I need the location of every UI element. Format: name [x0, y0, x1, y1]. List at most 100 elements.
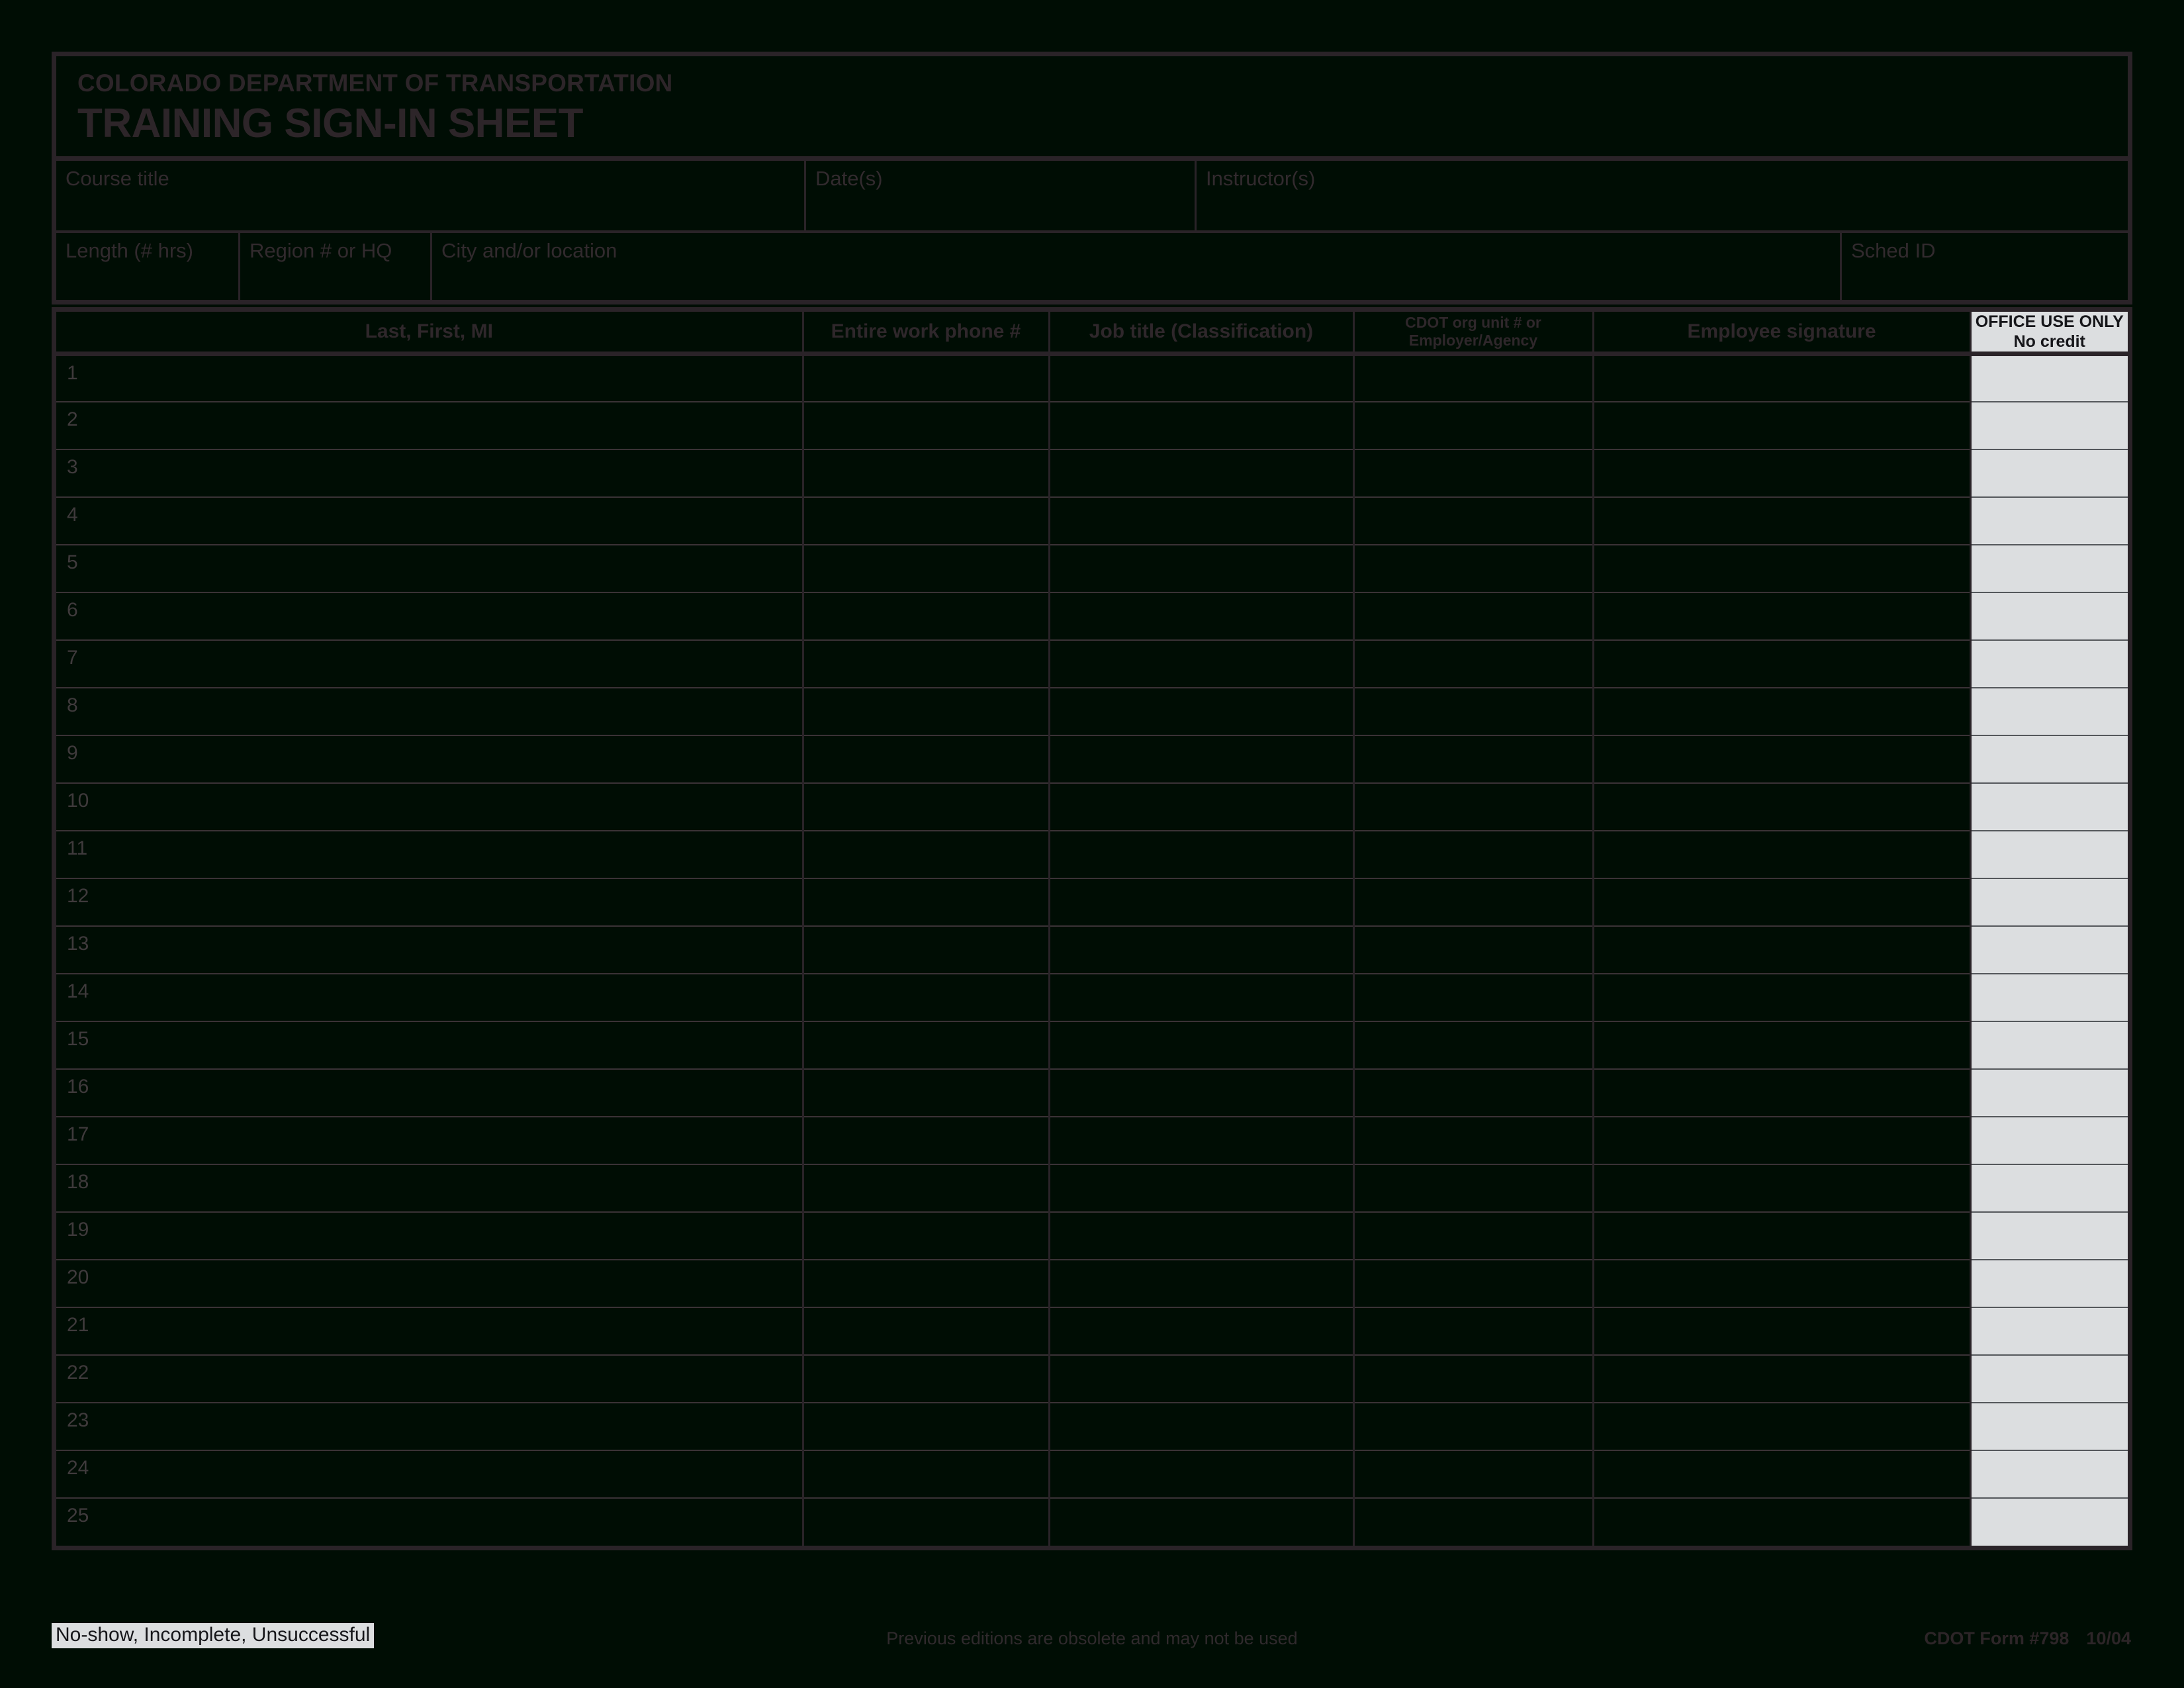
table-cell-org[interactable] — [1352, 1068, 1593, 1117]
table-cell-name[interactable]: 6 — [56, 591, 803, 640]
table-cell-office-use[interactable] — [1969, 1115, 2128, 1164]
table-cell-job[interactable] — [1048, 1449, 1353, 1498]
table-cell-signature[interactable] — [1592, 1211, 1970, 1260]
table-cell-org[interactable] — [1352, 1401, 1593, 1450]
table-cell-org[interactable] — [1352, 1020, 1593, 1069]
table-cell-office-use[interactable] — [1969, 1449, 2128, 1498]
table-cell-org[interactable] — [1352, 686, 1593, 735]
table-cell-office-use[interactable] — [1969, 639, 2128, 688]
table-cell-name[interactable]: 12 — [56, 877, 803, 926]
table-cell-job[interactable] — [1048, 400, 1353, 449]
table-cell-phone[interactable] — [801, 829, 1049, 878]
table-cell-signature[interactable] — [1592, 686, 1970, 735]
table-cell-office-use[interactable] — [1969, 1258, 2128, 1307]
table-cell-org[interactable] — [1352, 400, 1593, 449]
table-cell-office-use[interactable] — [1969, 1068, 2128, 1117]
table-cell-office-use[interactable] — [1969, 543, 2128, 592]
table-cell-name[interactable]: 3 — [56, 448, 803, 497]
table-cell-signature[interactable] — [1592, 448, 1970, 497]
table-cell-org[interactable] — [1352, 496, 1593, 545]
table-cell-signature[interactable] — [1592, 782, 1970, 831]
table-cell-org[interactable] — [1352, 877, 1593, 926]
table-cell-phone[interactable] — [801, 1306, 1049, 1355]
table-cell-name[interactable]: 22 — [56, 1354, 803, 1403]
table-cell-name[interactable]: 18 — [56, 1163, 803, 1212]
field-city-location[interactable]: City and/or location — [430, 232, 1840, 300]
table-cell-office-use[interactable] — [1969, 1020, 2128, 1069]
table-cell-job[interactable] — [1048, 1401, 1353, 1450]
table-cell-signature[interactable] — [1592, 1354, 1970, 1403]
table-cell-phone[interactable] — [801, 972, 1049, 1021]
table-cell-name[interactable]: 16 — [56, 1068, 803, 1117]
table-cell-signature[interactable] — [1592, 1497, 1970, 1546]
table-cell-org[interactable] — [1352, 448, 1593, 497]
table-cell-job[interactable] — [1048, 686, 1353, 735]
table-cell-org[interactable] — [1352, 1449, 1593, 1498]
table-cell-signature[interactable] — [1592, 734, 1970, 783]
table-cell-job[interactable] — [1048, 496, 1353, 545]
table-cell-signature[interactable] — [1592, 1068, 1970, 1117]
table-cell-signature[interactable] — [1592, 829, 1970, 878]
table-cell-org[interactable] — [1352, 972, 1593, 1021]
table-cell-phone[interactable] — [801, 639, 1049, 688]
table-cell-office-use[interactable] — [1969, 829, 2128, 878]
table-cell-phone[interactable] — [801, 782, 1049, 831]
table-cell-signature[interactable] — [1592, 639, 1970, 688]
field-length-hours[interactable]: Length (# hrs) — [56, 233, 238, 300]
table-cell-name[interactable]: 24 — [56, 1449, 803, 1498]
table-cell-phone[interactable] — [801, 353, 1049, 402]
table-cell-name[interactable]: 4 — [56, 496, 803, 545]
table-cell-job[interactable] — [1048, 1020, 1353, 1069]
table-cell-phone[interactable] — [801, 1401, 1049, 1450]
field-dates[interactable]: Date(s) — [804, 160, 1195, 230]
table-cell-job[interactable] — [1048, 1497, 1353, 1546]
table-cell-phone[interactable] — [801, 877, 1049, 926]
table-cell-name[interactable]: 7 — [56, 639, 803, 688]
table-cell-phone[interactable] — [801, 1449, 1049, 1498]
table-cell-org[interactable] — [1352, 543, 1593, 592]
table-cell-office-use[interactable] — [1969, 353, 2128, 402]
table-cell-signature[interactable] — [1592, 1020, 1970, 1069]
table-cell-name[interactable]: 19 — [56, 1211, 803, 1260]
table-cell-signature[interactable] — [1592, 1401, 1970, 1450]
table-cell-org[interactable] — [1352, 1115, 1593, 1164]
field-course-title[interactable]: Course title — [56, 161, 804, 230]
table-cell-office-use[interactable] — [1969, 400, 2128, 449]
table-cell-org[interactable] — [1352, 591, 1593, 640]
table-cell-name[interactable]: 11 — [56, 829, 803, 878]
table-cell-signature[interactable] — [1592, 353, 1970, 402]
table-cell-signature[interactable] — [1592, 1306, 1970, 1355]
table-cell-signature[interactable] — [1592, 972, 1970, 1021]
table-cell-job[interactable] — [1048, 1068, 1353, 1117]
table-cell-job[interactable] — [1048, 448, 1353, 497]
table-cell-phone[interactable] — [801, 1068, 1049, 1117]
table-cell-name[interactable]: 9 — [56, 734, 803, 783]
table-cell-phone[interactable] — [801, 591, 1049, 640]
table-cell-phone[interactable] — [801, 1211, 1049, 1260]
table-cell-name[interactable]: 15 — [56, 1020, 803, 1069]
table-cell-org[interactable] — [1352, 782, 1593, 831]
table-cell-phone[interactable] — [801, 543, 1049, 592]
table-cell-org[interactable] — [1352, 1163, 1593, 1212]
table-cell-phone[interactable] — [801, 400, 1049, 449]
table-cell-office-use[interactable] — [1969, 972, 2128, 1021]
table-cell-phone[interactable] — [801, 1163, 1049, 1212]
table-cell-name[interactable]: 1 — [56, 354, 803, 402]
table-cell-signature[interactable] — [1592, 400, 1970, 449]
table-cell-signature[interactable] — [1592, 1163, 1970, 1212]
table-cell-signature[interactable] — [1592, 591, 1970, 640]
table-cell-job[interactable] — [1048, 734, 1353, 783]
table-cell-org[interactable] — [1352, 734, 1593, 783]
table-cell-office-use[interactable] — [1969, 925, 2128, 974]
table-cell-signature[interactable] — [1592, 496, 1970, 545]
table-cell-org[interactable] — [1352, 1211, 1593, 1260]
table-cell-office-use[interactable] — [1969, 686, 2128, 735]
table-cell-phone[interactable] — [801, 1497, 1049, 1546]
table-cell-phone[interactable] — [801, 686, 1049, 735]
table-cell-org[interactable] — [1352, 1258, 1593, 1307]
table-cell-office-use[interactable] — [1969, 1306, 2128, 1355]
table-cell-office-use[interactable] — [1969, 877, 2128, 926]
table-cell-signature[interactable] — [1592, 1115, 1970, 1164]
table-cell-phone[interactable] — [801, 496, 1049, 545]
field-sched-id[interactable]: Sched ID — [1840, 232, 2128, 300]
